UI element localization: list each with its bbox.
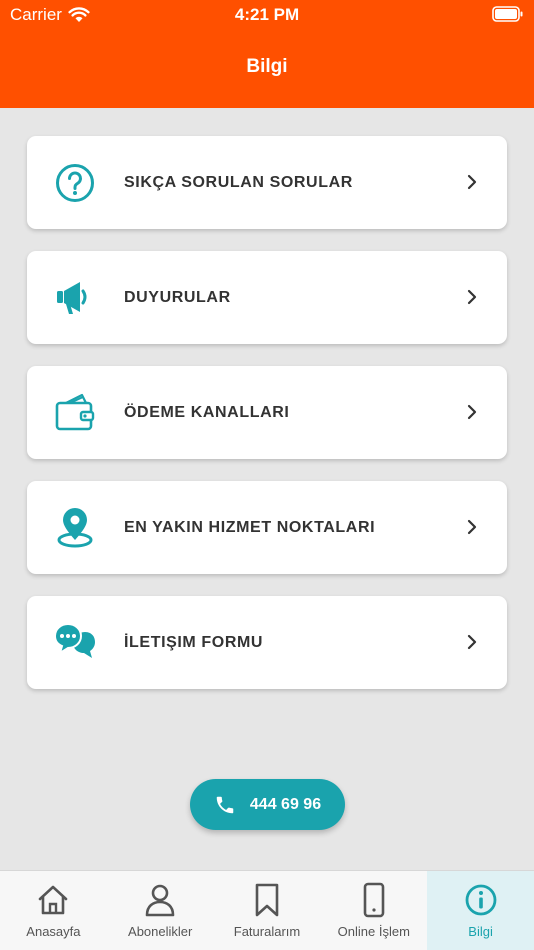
menu-item-label: DUYURULAR bbox=[124, 289, 231, 306]
phone-icon bbox=[216, 796, 234, 813]
call-center-button[interactable]: 444 69 96 bbox=[190, 779, 345, 830]
tab-info[interactable]: Bilgi bbox=[427, 871, 534, 950]
chevron-right-icon bbox=[467, 174, 477, 190]
menu-item-contact-form[interactable]: İLETIŞIM FORMU bbox=[27, 596, 507, 689]
tab-invoices[interactable]: Faturalarım bbox=[214, 871, 321, 950]
status-time: 4:21 PM bbox=[234, 5, 300, 24]
page-title: Bilgi bbox=[246, 56, 288, 77]
chevron-right-icon bbox=[467, 404, 477, 420]
location-pin-icon bbox=[57, 508, 93, 548]
info-menu: SIKÇA SORULAN SORULAR DUYURULAR ÖDEME KA… bbox=[27, 136, 507, 711]
home-icon bbox=[39, 885, 68, 915]
tab-label: Faturalarım bbox=[233, 924, 301, 939]
chevron-right-icon bbox=[467, 289, 477, 305]
megaphone-icon bbox=[57, 282, 87, 314]
user-icon bbox=[145, 884, 175, 917]
call-center-number: 444 69 96 bbox=[249, 795, 322, 813]
tab-label: Anasayfa bbox=[26, 924, 81, 939]
status-bar: Carrier 4:21 PM bbox=[0, 0, 534, 30]
menu-item-payment-channels[interactable]: ÖDEME KANALLARI bbox=[27, 366, 507, 459]
menu-item-label: ÖDEME KANALLARI bbox=[124, 404, 290, 421]
menu-item-label: EN YAKIN HIZMET NOKTALARI bbox=[124, 519, 376, 536]
tab-online-transactions[interactable]: Online İşlem bbox=[320, 871, 427, 950]
battery-icon bbox=[492, 6, 523, 22]
chat-bubbles-icon bbox=[54, 622, 95, 658]
question-circle-icon bbox=[56, 164, 94, 202]
tab-label: Abonelikler bbox=[128, 924, 193, 939]
tab-home[interactable]: Anasayfa bbox=[0, 871, 107, 950]
chevron-right-icon bbox=[467, 519, 477, 535]
tab-bar: Anasayfa Abonelikler Faturalarım Online … bbox=[0, 870, 534, 950]
app-header: Carrier 4:21 PM Bilgi bbox=[0, 0, 534, 108]
menu-item-label: İLETIŞIM FORMU bbox=[124, 634, 264, 651]
menu-item-announcements[interactable]: DUYURULAR bbox=[27, 251, 507, 344]
menu-item-label: SIKÇA SORULAN SORULAR bbox=[124, 174, 353, 191]
wallet-icon bbox=[55, 393, 95, 431]
chevron-right-icon bbox=[467, 634, 477, 650]
menu-item-service-points[interactable]: EN YAKIN HIZMET NOKTALARI bbox=[27, 481, 507, 574]
bookmark-icon bbox=[255, 883, 279, 917]
menu-item-faq[interactable]: SIKÇA SORULAN SORULAR bbox=[27, 136, 507, 229]
info-circle-icon bbox=[465, 884, 496, 916]
tab-label: Online İşlem bbox=[337, 924, 410, 939]
tab-subscriptions[interactable]: Abonelikler bbox=[107, 871, 214, 950]
tab-label: Bilgi bbox=[468, 924, 493, 939]
phone-device-icon bbox=[363, 882, 385, 918]
